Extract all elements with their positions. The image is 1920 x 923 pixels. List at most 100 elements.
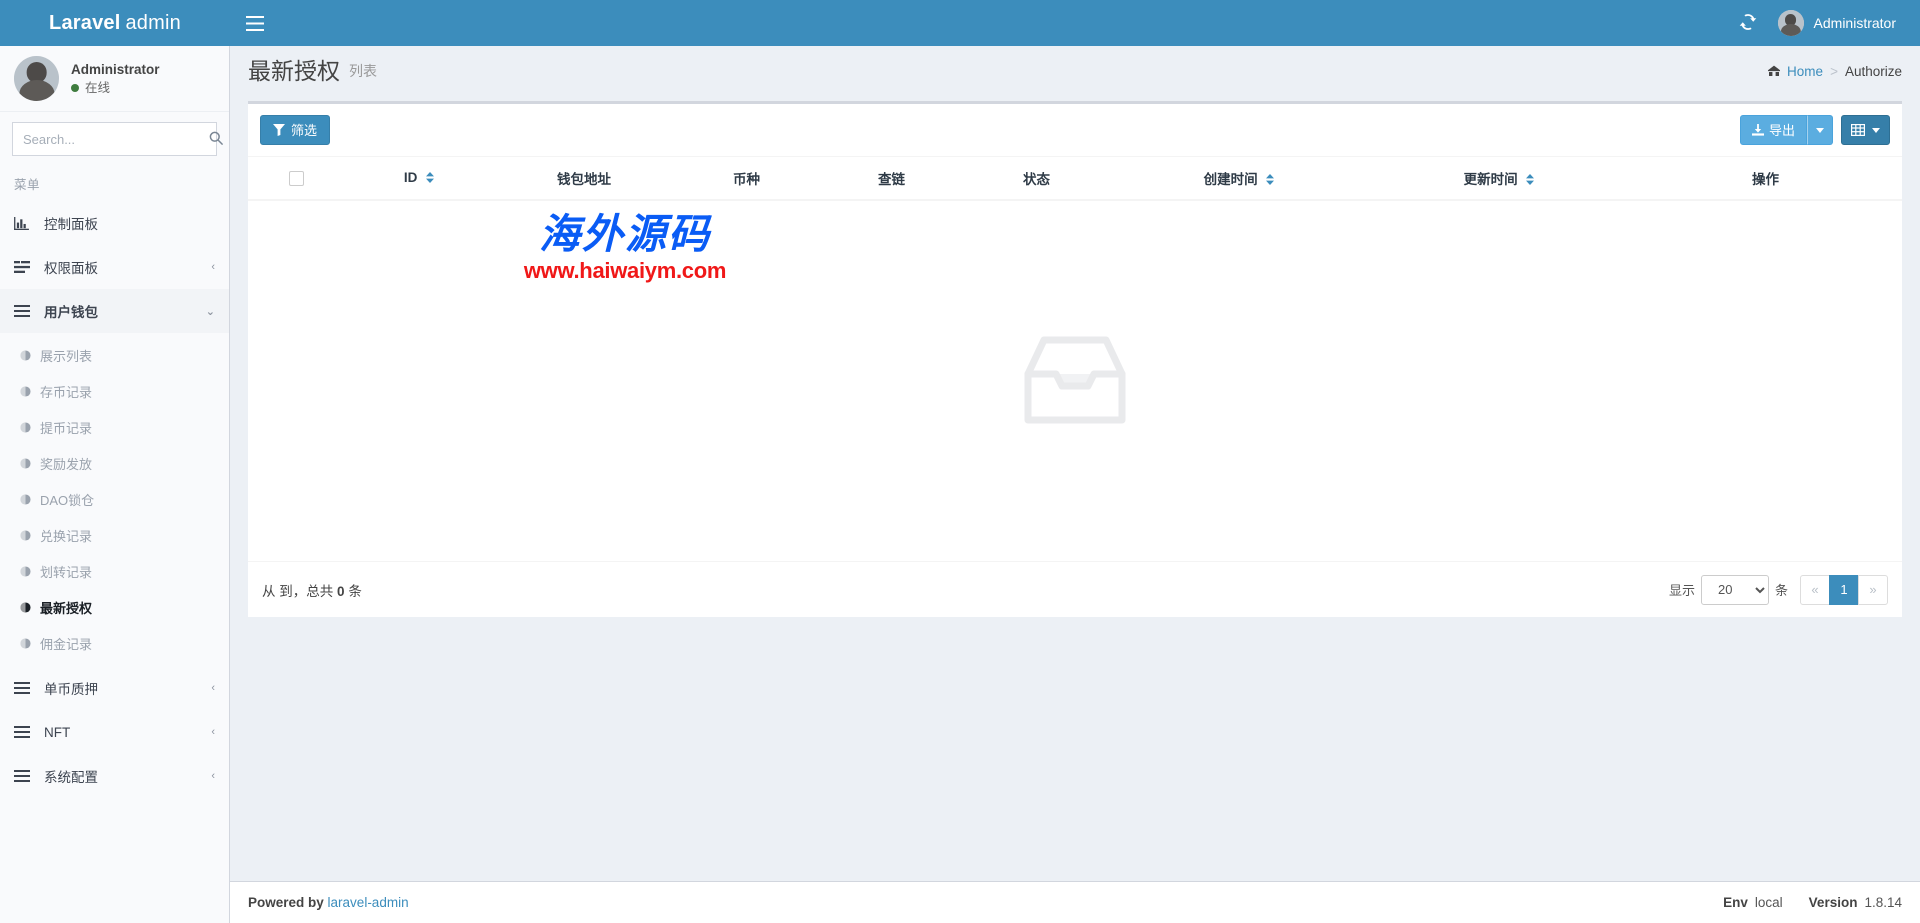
sidebar-subitem-label: 佣金记录 bbox=[40, 637, 93, 652]
search-input[interactable] bbox=[13, 123, 209, 155]
sidebar-subitem-label: 最新授权 bbox=[40, 601, 93, 616]
circle-half-icon bbox=[20, 422, 40, 433]
sidebar-toggle-button[interactable] bbox=[230, 0, 280, 46]
footer-powered-by: Powered by laravel-admin bbox=[248, 895, 409, 910]
table-header-cell-status: 状态 bbox=[964, 156, 1109, 201]
user-menu-button[interactable]: Administrator bbox=[1770, 0, 1908, 46]
brand-light: admin bbox=[125, 11, 181, 34]
footer-version-key: Version bbox=[1808, 895, 1858, 910]
sidebar-subitem-label: 划转记录 bbox=[40, 565, 93, 580]
chevron-down-icon: ⌄ bbox=[205, 305, 215, 318]
footer-version-value: 1.8.14 bbox=[1864, 895, 1902, 910]
sidebar-subitem-display-list[interactable]: 展示列表 bbox=[0, 343, 229, 368]
filter-button[interactable]: 筛选 bbox=[260, 115, 331, 145]
table-header-cell-wallet-address: 钱包地址 bbox=[494, 156, 674, 201]
footer-env-value: local bbox=[1754, 895, 1783, 910]
dashboard-icon bbox=[1767, 65, 1781, 77]
list-alt-icon bbox=[14, 261, 36, 273]
rows-summary-total-label: ，总共 bbox=[292, 583, 334, 599]
sidebar-item-system-config[interactable]: 系统配置 ‹ bbox=[0, 754, 229, 798]
chevron-left-icon: ‹ bbox=[211, 726, 215, 738]
watermark: 海外源码 www.haiwaiym.com bbox=[455, 214, 795, 284]
watermark-chinese: 海外源码 bbox=[539, 210, 711, 258]
circle-half-icon bbox=[20, 566, 40, 577]
sidebar-item-label: 权限面板 bbox=[44, 261, 98, 276]
column-selector-button[interactable] bbox=[1841, 115, 1890, 145]
sidebar-user-status: 在线 bbox=[71, 79, 160, 97]
download-icon bbox=[1751, 124, 1764, 136]
sidebar-subitem-dao-lock[interactable]: DAO锁仓 bbox=[0, 487, 229, 512]
navbar-user-name: Administrator bbox=[1813, 15, 1896, 31]
pagination-prev-button[interactable]: « bbox=[1800, 574, 1830, 605]
filter-button-label: 筛选 bbox=[291, 122, 318, 138]
search-icon bbox=[209, 131, 223, 148]
table-icon bbox=[1851, 124, 1865, 136]
sidebar-menu-header: 菜单 bbox=[14, 178, 41, 192]
table-header-cell-actions: 操作 bbox=[1629, 156, 1902, 201]
table-header-label: 币种 bbox=[733, 172, 760, 187]
footer-env-key: Env bbox=[1723, 895, 1748, 910]
navbar-right-menu: Administrator bbox=[1726, 0, 1920, 46]
bars-icon bbox=[14, 682, 36, 694]
table-header-cell-select bbox=[248, 156, 344, 201]
online-status-dot bbox=[71, 84, 79, 93]
sidebar-subitem-label: 展示列表 bbox=[40, 349, 93, 364]
sidebar-subitem-transfer-records[interactable]: 划转记录 bbox=[0, 559, 229, 584]
sidebar-subitem-latest-authorize[interactable]: 最新授权 bbox=[0, 595, 229, 620]
data-table: ID 钱包地址 币种 查链 状态 创建时间 更新时间 操作 bbox=[248, 156, 1902, 201]
bar-chart-icon bbox=[14, 216, 36, 230]
sidebar-subitem-label: 存币记录 bbox=[40, 385, 93, 400]
table-header-label: 更新时间 bbox=[1463, 172, 1518, 187]
main-footer: Powered by laravel-admin Env local Versi… bbox=[230, 881, 1920, 923]
sidebar-subitem-withdraw-records[interactable]: 提币记录 bbox=[0, 415, 229, 440]
bars-icon bbox=[14, 305, 36, 317]
sidebar-item-permissions[interactable]: 权限面板 ‹ bbox=[0, 245, 229, 289]
circle-half-icon bbox=[20, 350, 40, 361]
grid-footer: 从 到，总共 0 条 显示 20 条 « 1 » bbox=[248, 561, 1902, 617]
grid-toolbar-right: 导出 bbox=[1732, 115, 1890, 145]
content-wrapper: 最新授权 列表 Home > Authorize 筛选 导出 ID 钱包地址 币… bbox=[230, 46, 1920, 923]
table-header-label: ID bbox=[403, 170, 418, 186]
table-header-cell-chain: 查链 bbox=[819, 156, 964, 201]
breadcrumb: Home > Authorize bbox=[1767, 64, 1902, 79]
select-all-checkbox[interactable] bbox=[288, 170, 304, 186]
table-header-label: 钱包地址 bbox=[557, 172, 611, 187]
pagination-page-1[interactable]: 1 bbox=[1829, 574, 1859, 605]
export-button[interactable]: 导出 bbox=[1739, 115, 1807, 145]
circle-half-icon bbox=[20, 602, 40, 613]
hamburger-icon bbox=[246, 15, 264, 31]
table-header-cell-updated-at[interactable]: 更新时间 bbox=[1369, 156, 1629, 201]
sidebar-subitem-reward-issue[interactable]: 奖励发放 bbox=[0, 451, 229, 476]
export-dropdown-button[interactable] bbox=[1807, 115, 1833, 145]
search-button[interactable] bbox=[209, 123, 223, 155]
rows-summary-to: 到 bbox=[279, 583, 293, 599]
pagination-next-button[interactable]: » bbox=[1858, 574, 1888, 605]
rows-summary-prefix: 从 bbox=[262, 583, 276, 599]
laravel-admin-link[interactable]: laravel-admin bbox=[328, 895, 409, 910]
sidebar-subitem-exchange-records[interactable]: 兑换记录 bbox=[0, 523, 229, 548]
rows-summary-unit: 条 bbox=[348, 583, 362, 599]
sidebar-item-dashboard[interactable]: 控制面板 bbox=[0, 201, 229, 245]
per-page-select[interactable]: 20 bbox=[1700, 574, 1769, 605]
sidebar-item-nft[interactable]: NFT ‹ bbox=[0, 710, 229, 754]
export-button-label: 导出 bbox=[1768, 122, 1795, 138]
sidebar-submenu-user-wallet: 展示列表 存币记录 提币记录 奖励发放 DAO锁仓 兑换记录 划转记录 最新授权… bbox=[0, 333, 229, 666]
page-subtitle: 列表 bbox=[349, 63, 377, 79]
watermark-url: www.haiwaiym.com bbox=[523, 258, 727, 283]
sidebar-subitem-deposit-records[interactable]: 存币记录 bbox=[0, 379, 229, 404]
sidebar-item-label: 单币质押 bbox=[44, 682, 98, 697]
refresh-button[interactable] bbox=[1726, 0, 1770, 46]
sidebar-item-user-wallet[interactable]: 用户钱包 ⌄ bbox=[0, 289, 229, 333]
sidebar-subitem-commission-records[interactable]: 佣金记录 bbox=[0, 631, 229, 656]
sidebar-subitem-label: 兑换记录 bbox=[40, 529, 93, 544]
chevron-left-icon: ‹ bbox=[211, 770, 215, 782]
breadcrumb-home-link[interactable]: Home bbox=[1787, 64, 1823, 79]
table-header-cell-id[interactable]: ID bbox=[344, 156, 494, 201]
brand-logo[interactable]: Laravel admin bbox=[0, 0, 230, 46]
sidebar-item-single-coin-staking[interactable]: 单币质押 ‹ bbox=[0, 666, 229, 710]
table-header-cell-created-at[interactable]: 创建时间 bbox=[1109, 156, 1369, 201]
per-page-unit: 条 bbox=[1774, 583, 1788, 598]
circle-half-icon bbox=[20, 638, 40, 649]
brand-bold: Laravel bbox=[49, 11, 121, 34]
sidebar-user-status-label: 在线 bbox=[85, 81, 111, 96]
